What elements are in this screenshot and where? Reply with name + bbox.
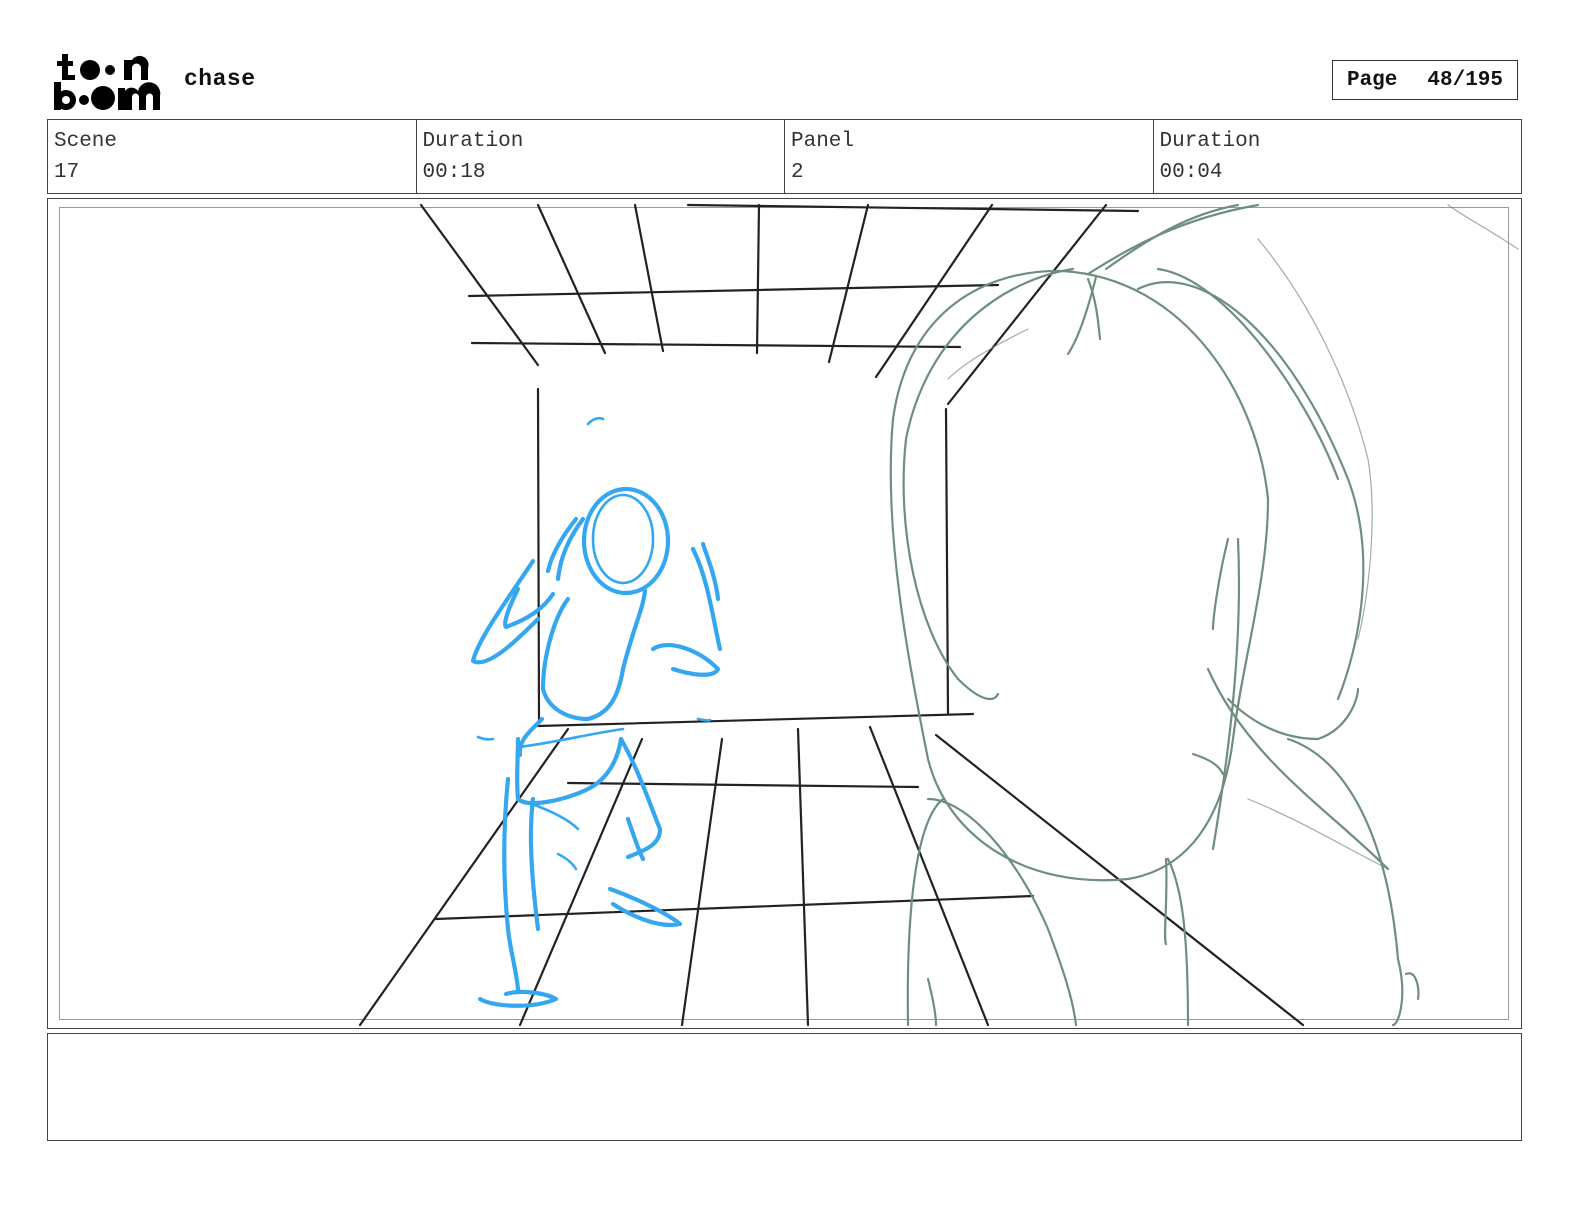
project-title: chase [184,66,256,92]
panel-cell: Panel 2 [785,120,1154,193]
page-label: Page [1346,68,1398,92]
room-perspective-lines [358,203,1305,1027]
panel-label: Panel [791,130,855,153]
panel-duration-cell: Duration 00:04 [1154,120,1522,193]
panel-info-row: Scene 17 Duration 00:18 Panel 2 Duration… [47,119,1522,194]
panel-duration-label: Duration [1159,130,1261,153]
scene-value: 17 [54,161,80,184]
foreground-character-sketch [889,203,1519,1027]
running-character-sketch [470,416,723,1008]
scene-duration-label: Duration [422,130,524,153]
page-indicator: Page 48/195 [1332,60,1518,100]
scene-duration-value: 00:18 [422,161,486,184]
toon-boom-logo [52,50,164,114]
storyboard-panel [47,198,1522,1029]
scene-label: Scene [54,130,118,153]
page-number: 48/195 [1427,68,1504,92]
panel-value: 2 [791,161,804,184]
scene-cell: Scene 17 [48,120,417,193]
panel-duration-value: 00:04 [1159,161,1223,184]
panel-notes-box[interactable] [47,1033,1522,1141]
scene-duration-cell: Duration 00:18 [417,120,785,193]
